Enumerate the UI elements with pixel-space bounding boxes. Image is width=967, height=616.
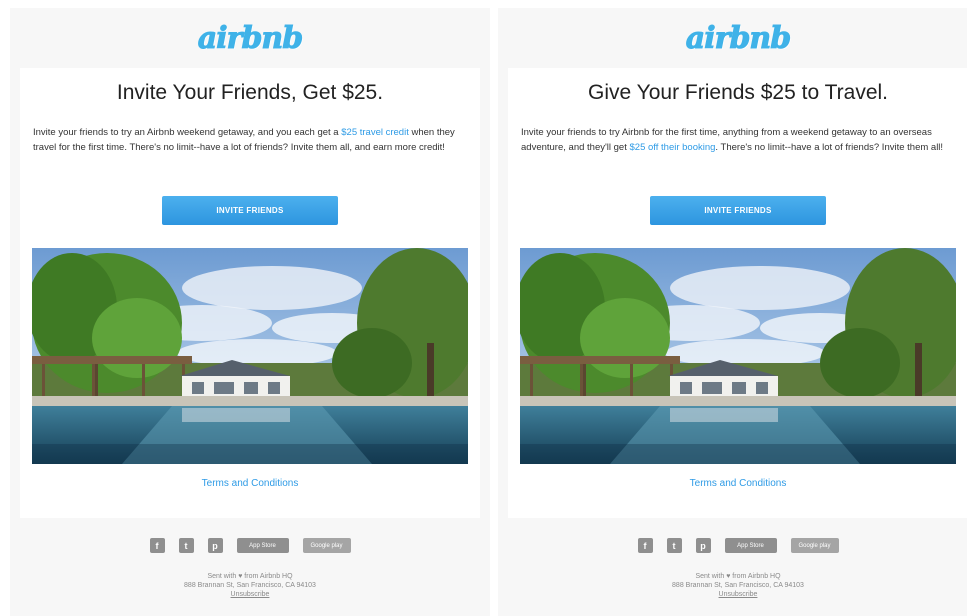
invite-friends-button[interactable]: INVITE FRIENDS xyxy=(162,196,338,225)
villa-pool-photo xyxy=(520,248,956,464)
villa-pool-photo xyxy=(32,248,468,464)
terms-link[interactable]: Terms and Conditions xyxy=(508,478,967,489)
email-headline: Invite Your Friends, Get $25. xyxy=(116,81,384,104)
email-content-card: Give Your Friends $25 to Travel. Invite … xyxy=(508,68,967,518)
social-row: f t p App Store Google play xyxy=(10,538,490,553)
email-header: airbnb xyxy=(498,8,967,68)
pool-photo-illustration xyxy=(520,248,956,464)
booking-discount-link[interactable]: $25 off their booking xyxy=(630,142,716,153)
airbnb-logo[interactable]: airbnb xyxy=(685,20,791,56)
email-headline: Give Your Friends $25 to Travel. xyxy=(588,81,888,104)
unsubscribe-link[interactable]: Unsubscribe xyxy=(10,590,490,599)
sent-with-love: Sent with ♥ from Airbnb HQ xyxy=(207,573,293,580)
email-header: airbnb xyxy=(10,8,490,68)
body-text-end: . There's no limit--have a lot of friend… xyxy=(715,142,944,153)
footer-text: Sent with ♥ from Airbnb HQ 888 Brannan S… xyxy=(10,572,490,599)
sent-with-love: Sent with ♥ from Airbnb HQ xyxy=(695,573,781,580)
body-text-start: Invite your friends to try an Airbnb wee… xyxy=(33,127,342,138)
comparison-stage: airbnb Invite Your Friends, Get $25. Inv… xyxy=(0,0,967,616)
facebook-icon[interactable]: f xyxy=(637,538,653,553)
app-store-badge[interactable]: App Store xyxy=(236,538,289,553)
unsubscribe-link[interactable]: Unsubscribe xyxy=(498,590,967,599)
twitter-icon[interactable]: t xyxy=(666,538,682,553)
terms-link[interactable]: Terms and Conditions xyxy=(20,478,480,489)
email-content-card: Invite Your Friends, Get $25. Invite you… xyxy=(20,68,480,518)
email-footer: f t p App Store Google play Sent with ♥ … xyxy=(498,528,967,616)
travel-credit-link[interactable]: $25 travel credit xyxy=(341,127,409,138)
email-body-text: Invite your friends to try an Airbnb wee… xyxy=(33,125,468,155)
facebook-icon[interactable]: f xyxy=(149,538,165,553)
google-play-badge[interactable]: Google play xyxy=(790,538,839,553)
email-variant-b: airbnb Give Your Friends $25 to Travel. … xyxy=(498,8,967,616)
invite-friends-button[interactable]: INVITE FRIENDS xyxy=(650,196,826,225)
pinterest-icon[interactable]: p xyxy=(695,538,711,553)
pinterest-icon[interactable]: p xyxy=(207,538,223,553)
hq-address: 888 Brannan St, San Francisco, CA 94103 xyxy=(672,582,804,589)
email-body-text: Invite your friends to try Airbnb for th… xyxy=(521,125,956,155)
airbnb-logo[interactable]: airbnb xyxy=(197,20,303,56)
google-play-badge[interactable]: Google play xyxy=(302,538,351,553)
app-store-badge[interactable]: App Store xyxy=(724,538,777,553)
pool-photo-illustration xyxy=(32,248,468,464)
email-variant-a: airbnb Invite Your Friends, Get $25. Inv… xyxy=(10,8,490,616)
hq-address: 888 Brannan St, San Francisco, CA 94103 xyxy=(184,582,316,589)
social-row: f t p App Store Google play xyxy=(498,538,967,553)
footer-text: Sent with ♥ from Airbnb HQ 888 Brannan S… xyxy=(498,572,967,599)
twitter-icon[interactable]: t xyxy=(178,538,194,553)
email-footer: f t p App Store Google play Sent with ♥ … xyxy=(10,528,490,616)
